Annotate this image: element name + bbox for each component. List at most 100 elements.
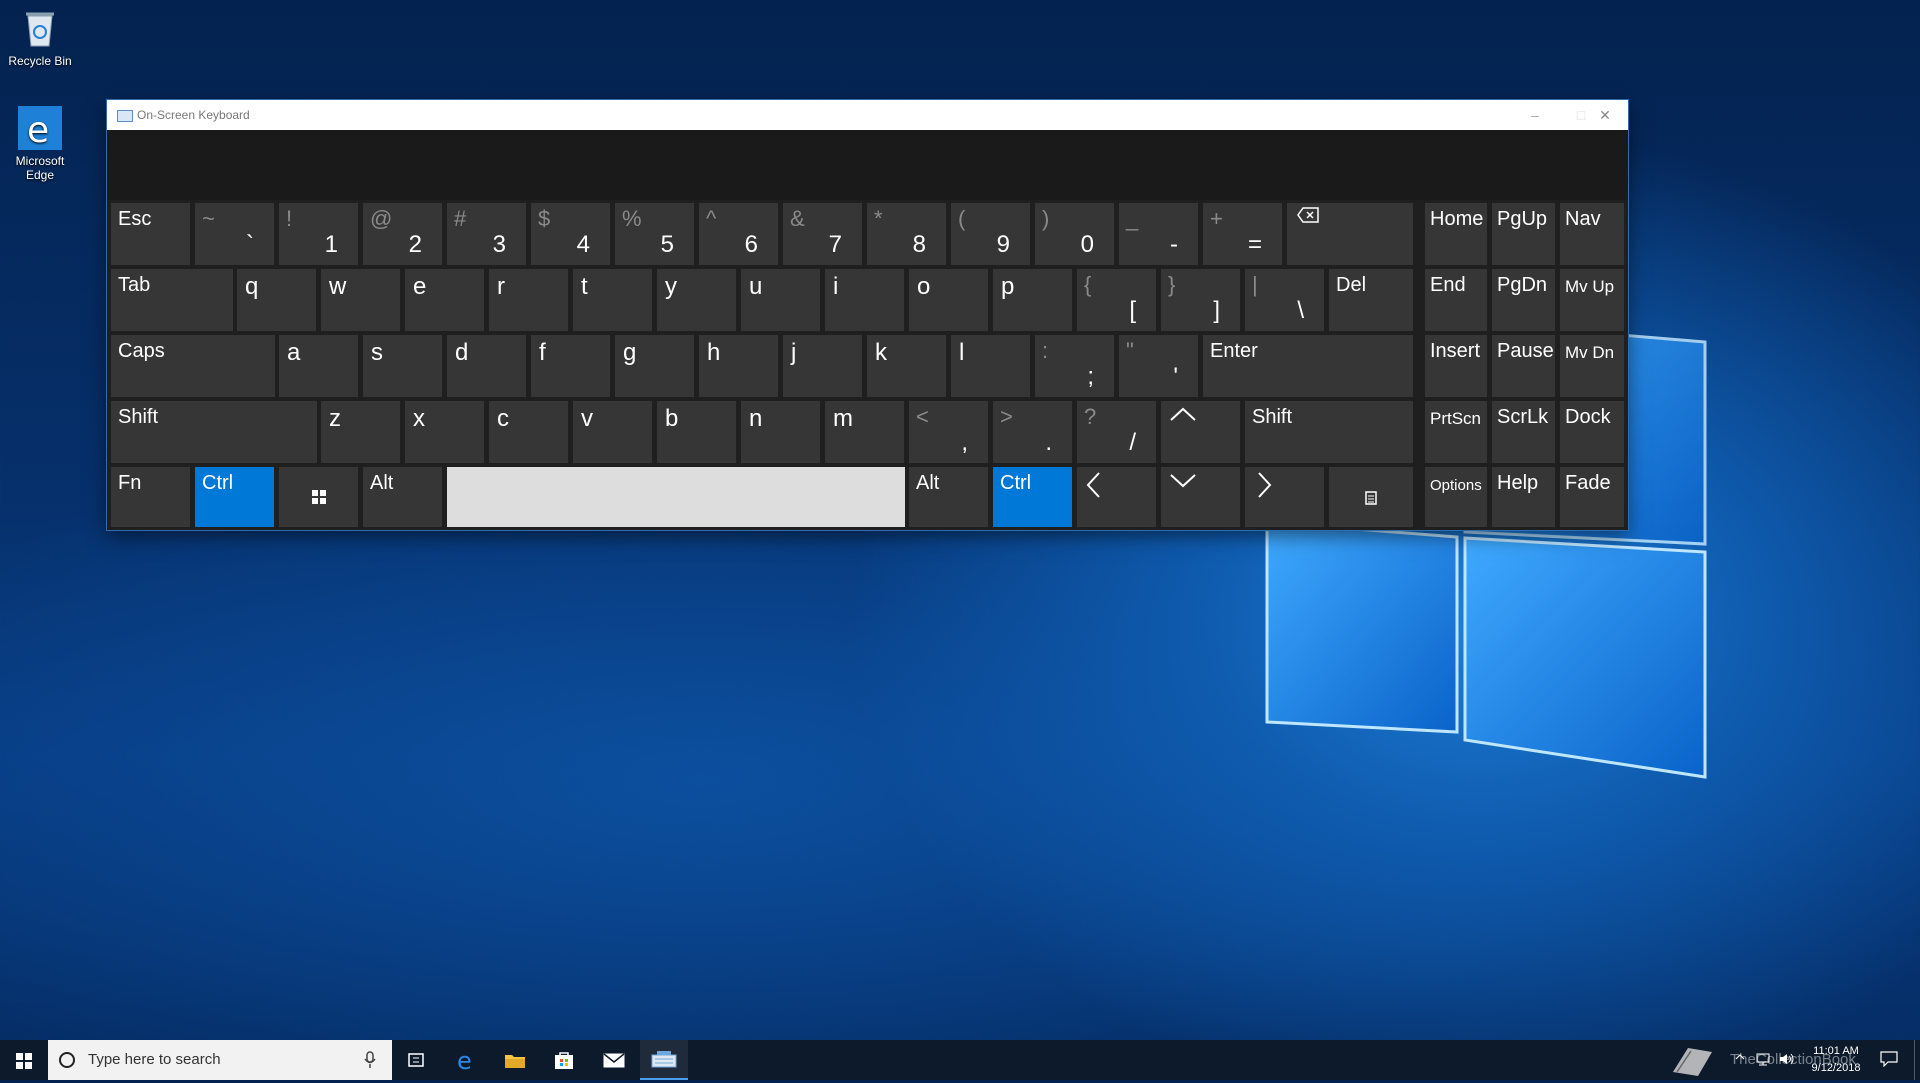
key-3[interactable]: #3 — [447, 203, 526, 265]
key-q[interactable]: q — [237, 269, 316, 331]
key-v[interactable]: v — [573, 401, 652, 463]
key-windows[interactable] — [279, 467, 358, 527]
key-minus[interactable]: _ - — [1119, 203, 1198, 265]
key-arrow-up[interactable] — [1161, 401, 1240, 463]
key-shift-left[interactable]: Shift — [111, 401, 317, 463]
close-button[interactable]: ✕ — [1582, 100, 1628, 130]
key-menu[interactable] — [1329, 467, 1413, 527]
key-help[interactable]: Help — [1492, 467, 1555, 527]
minimize-button[interactable]: – — [1512, 100, 1558, 130]
key-esc[interactable]: Esc — [111, 203, 190, 265]
key-2[interactable]: @2 — [363, 203, 442, 265]
key-pause[interactable]: Pause — [1492, 335, 1555, 397]
key-k[interactable]: k — [867, 335, 946, 397]
key-a[interactable]: a — [279, 335, 358, 397]
volume-icon[interactable] — [1779, 1052, 1795, 1069]
show-desktop-button[interactable] — [1914, 1040, 1920, 1080]
notifications-icon[interactable] — [1880, 1051, 1898, 1070]
osk-taskbar-button[interactable] — [640, 1040, 688, 1080]
key-alt-right[interactable]: Alt — [909, 467, 988, 527]
key-j[interactable]: j — [783, 335, 862, 397]
key-ctrl-right[interactable]: Ctrl — [993, 467, 1072, 527]
key-x[interactable]: x — [405, 401, 484, 463]
start-button[interactable] — [0, 1040, 48, 1080]
edge-shortcut[interactable]: e Microsoft Edge — [0, 106, 80, 182]
key-backtick[interactable]: ~ ` — [195, 203, 274, 265]
key-y[interactable]: y — [657, 269, 736, 331]
key-prtscn[interactable]: PrtScn — [1425, 401, 1487, 463]
key-comma[interactable]: <, — [909, 401, 988, 463]
key-caps[interactable]: Caps — [111, 335, 275, 397]
key-ctrl-left[interactable]: Ctrl — [195, 467, 274, 527]
key-e[interactable]: e — [405, 269, 484, 331]
key-m[interactable]: m — [825, 401, 904, 463]
key-end[interactable]: End — [1425, 269, 1487, 331]
key-g[interactable]: g — [615, 335, 694, 397]
key-home[interactable]: Home — [1425, 203, 1487, 265]
key-scrlk[interactable]: ScrLk — [1492, 401, 1555, 463]
key-mv-up[interactable]: Mv Up — [1560, 269, 1624, 331]
key-enter[interactable]: Enter — [1203, 335, 1413, 397]
task-view-button[interactable] — [392, 1040, 440, 1080]
network-icon[interactable] — [1755, 1052, 1771, 1069]
clock-date[interactable]: 9/12/2018 — [1808, 1062, 1864, 1074]
key-8[interactable]: * 8 — [867, 203, 946, 265]
edge-taskbar-button[interactable]: e — [442, 1040, 490, 1080]
key-6[interactable]: ^ 6 — [699, 203, 778, 265]
recycle-bin-shortcut[interactable]: Recycle Bin — [0, 6, 80, 68]
key-n[interactable]: n — [741, 401, 820, 463]
key-semicolon[interactable]: :; — [1035, 335, 1114, 397]
key-fn[interactable]: Fn — [111, 467, 190, 527]
key-slash[interactable]: ? / — [1077, 401, 1156, 463]
key-pgdn[interactable]: PgDn — [1492, 269, 1555, 331]
key-arrow-down[interactable] — [1161, 467, 1240, 527]
key-4[interactable]: $4 — [531, 203, 610, 265]
key-5[interactable]: % 5 — [615, 203, 694, 265]
key-equal[interactable]: + = — [1203, 203, 1282, 265]
key-r[interactable]: r — [489, 269, 568, 331]
key-tab[interactable]: Tab — [111, 269, 233, 331]
key-w[interactable]: w — [321, 269, 400, 331]
key-9[interactable]: (9 — [951, 203, 1030, 265]
key-0[interactable]: ) 0 — [1035, 203, 1114, 265]
clock-time[interactable]: 11:01 AM — [1808, 1045, 1864, 1057]
key-i[interactable]: i — [825, 269, 904, 331]
key-options[interactable]: Options — [1425, 467, 1487, 527]
key-7[interactable]: & 7 — [783, 203, 862, 265]
key-b[interactable]: b — [657, 401, 736, 463]
key-fade[interactable]: Fade — [1560, 467, 1624, 527]
key-alt-left[interactable]: Alt — [363, 467, 442, 527]
key-mv-dn[interactable]: Mv Dn — [1560, 335, 1624, 397]
key-l[interactable]: l — [951, 335, 1030, 397]
key-t[interactable]: t — [573, 269, 652, 331]
key-nav[interactable]: Nav — [1560, 203, 1624, 265]
key-o[interactable]: o — [909, 269, 988, 331]
search-box[interactable]: Type here to search — [48, 1040, 392, 1080]
key-right-bracket[interactable]: }] — [1161, 269, 1240, 331]
key-backslash[interactable]: | \ — [1245, 269, 1324, 331]
key-insert[interactable]: Insert — [1425, 335, 1487, 397]
key-shift-right[interactable]: Shift — [1245, 401, 1413, 463]
key-dock[interactable]: Dock — [1560, 401, 1624, 463]
key-1[interactable]: ! 1 — [279, 203, 358, 265]
key-d[interactable]: d — [447, 335, 526, 397]
file-explorer-button[interactable] — [490, 1040, 538, 1080]
key-s[interactable]: s — [363, 335, 442, 397]
microphone-icon[interactable] — [364, 1051, 376, 1069]
key-quote[interactable]: " ' — [1119, 335, 1198, 397]
key-arrow-left[interactable] — [1077, 467, 1156, 527]
key-arrow-right[interactable] — [1245, 467, 1324, 527]
store-button[interactable] — [540, 1040, 588, 1080]
title-bar[interactable]: On-Screen Keyboard – □ ✕ — [107, 100, 1628, 130]
key-left-bracket[interactable]: {[ — [1077, 269, 1156, 331]
key-pgup[interactable]: PgUp — [1492, 203, 1555, 265]
key-period[interactable]: >. — [993, 401, 1072, 463]
key-h[interactable]: h — [699, 335, 778, 397]
key-del[interactable]: Del — [1329, 269, 1413, 331]
mail-button[interactable] — [590, 1040, 638, 1080]
key-backspace[interactable] — [1287, 203, 1413, 265]
tray-chevron-up-icon[interactable] — [1735, 1052, 1745, 1065]
key-p[interactable]: p — [993, 269, 1072, 331]
key-c[interactable]: c — [489, 401, 568, 463]
key-f[interactable]: f — [531, 335, 610, 397]
